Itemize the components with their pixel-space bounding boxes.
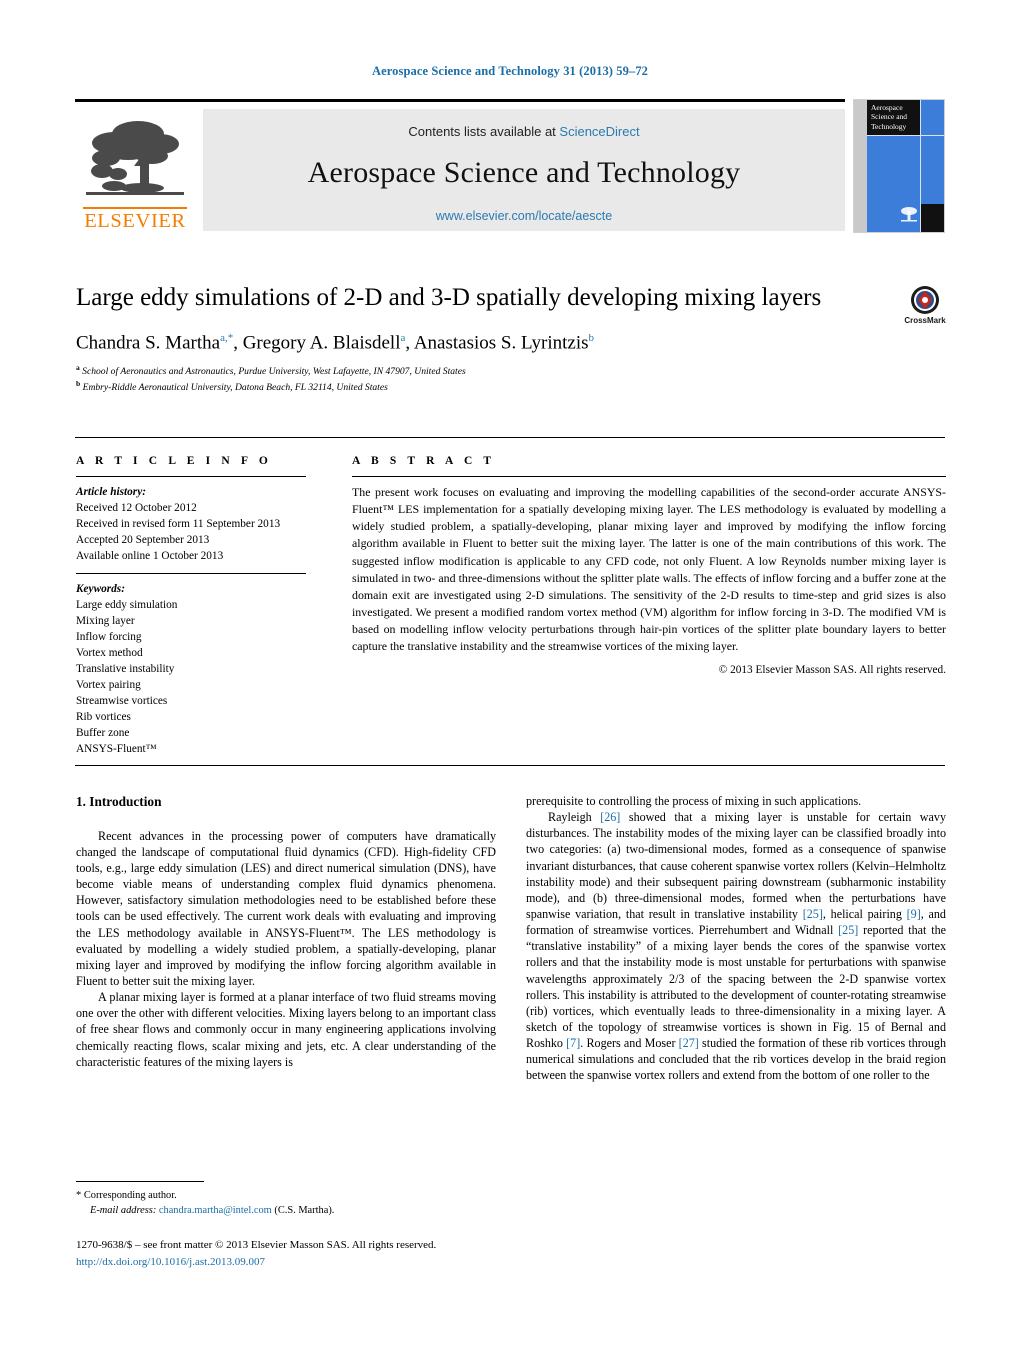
paragraph: Recent advances in the processing power … — [76, 828, 496, 989]
citation-ref[interactable]: [7] — [566, 1036, 580, 1050]
keyword-item: Mixing layer — [76, 615, 135, 628]
author-marks: a,* — [220, 331, 234, 344]
author-name: Gregory A. Blaisdell — [242, 331, 401, 353]
abstract-copyright: © 2013 Elsevier Masson SAS. All rights r… — [718, 664, 946, 677]
doi-link[interactable]: http://dx.doi.org/10.1016/j.ast.2013.09.… — [76, 1254, 776, 1271]
cover-black-corner — [921, 204, 944, 232]
corresponding-author-text: Corresponding author. — [83, 1190, 177, 1201]
article-info-rule — [76, 476, 306, 477]
crossmark-label: CrossMark — [904, 316, 946, 325]
paragraph: Rayleigh [26] showed that a mixing layer… — [526, 810, 947, 1083]
email-owner: (C.S. Martha). — [274, 1205, 335, 1217]
masthead-top-rule — [75, 99, 845, 102]
citation-ref[interactable]: [25] — [803, 907, 823, 921]
author-list: Chandra S. Marthaa,*, Gregory A. Blaisde… — [76, 331, 595, 353]
keyword-item: Large eddy simulation — [76, 599, 178, 612]
section-heading: 1. Introduction — [76, 794, 162, 809]
history-item: Received in revised form 11 September 20… — [76, 518, 281, 531]
citation-ref[interactable]: [9] — [907, 907, 921, 921]
abstract-text: The present work focuses on evaluating a… — [352, 485, 946, 654]
issn-line: 1270-9638/$ – see front matter © 2013 El… — [76, 1239, 437, 1251]
paragraph: prerequisite to controlling the process … — [526, 794, 862, 808]
author-name: Anastasios S. Lyrintzis — [413, 331, 589, 353]
keywords-block: Keywords: Large eddy simulation Mixing l… — [76, 581, 306, 757]
history-item: Accepted 20 September 2013 — [76, 534, 210, 547]
elsevier-wordmark: ELSEVIER — [83, 206, 187, 232]
affiliation-list: a School of Aeronautics and Astronautics… — [76, 363, 876, 395]
citation-ref[interactable]: [26] — [600, 810, 620, 824]
affiliation-text: Embry-Riddle Aeronautical University, Da… — [82, 382, 388, 394]
cover-spine — [854, 100, 867, 232]
citation-ref[interactable]: [27] — [679, 1036, 699, 1050]
journal-title: Aerospace Science and Technology — [307, 156, 741, 189]
citation-ref[interactable]: [25] — [838, 923, 858, 937]
contents-prefix: Contents lists available at — [408, 124, 560, 139]
cover-horizontal-line — [867, 135, 944, 136]
cover-elsevier-icon — [901, 207, 917, 222]
article-history: Article history: Received 12 October 201… — [76, 484, 306, 564]
keyword-item: Inflow forcing — [76, 631, 142, 644]
affiliation-text: School of Aeronautics and Astronautics, … — [82, 366, 466, 378]
journal-banner: Contents lists available at ScienceDirec… — [203, 109, 845, 231]
running-head: Aerospace Science and Technology 31 (201… — [371, 64, 649, 78]
affiliation-item: a School of Aeronautics and Astronautics… — [76, 363, 876, 379]
author-name: Chandra S. Martha — [76, 331, 221, 353]
author-marks: b — [588, 331, 595, 344]
article-info-column: A R T I C L E I N F O Article history: R… — [76, 455, 306, 758]
contents-line: Contents lists available at ScienceDirec… — [203, 109, 845, 139]
abstract-rule — [352, 476, 946, 477]
affiliation-mark: b — [76, 378, 81, 388]
keyword-item: Buffer zone — [76, 727, 130, 740]
corresponding-author-note: * Corresponding author. — [76, 1188, 496, 1203]
body-column-left: 1. Introduction Recent advances in the p… — [76, 793, 496, 1070]
email-note: E-mail address: chandra.martha@intel.com… — [76, 1203, 496, 1218]
keyword-item: Streamwise vortices — [76, 695, 168, 708]
page-title: Large eddy simulations of 2-D and 3-D sp… — [76, 284, 822, 311]
page-footer: 1270-9638/$ – see front matter © 2013 El… — [76, 1237, 776, 1270]
cover-title-text: Aerospace Science and Technology — [871, 103, 908, 131]
journal-homepage-link[interactable]: www.elsevier.com/locate/aescte — [203, 209, 845, 223]
paragraph: A planar mixing layer is formed at a pla… — [76, 990, 496, 1069]
keyword-item: Translative instability — [76, 663, 175, 676]
article-page: Aerospace Science and Technology 31 (201… — [0, 0, 1020, 1351]
title-block: Large eddy simulations of 2-D and 3-D sp… — [76, 283, 876, 395]
abstract-heading: A B S T R A C T — [352, 455, 496, 467]
abstract-column: A B S T R A C T The present work focuses… — [352, 455, 946, 676]
crossmark-icon — [911, 286, 939, 314]
email-link[interactable]: chandra.martha@intel.com — [159, 1205, 272, 1216]
elsevier-logo: ELSEVIER — [80, 109, 190, 231]
info-divider — [75, 437, 945, 438]
keyword-item: ANSYS-Fluent™ — [76, 743, 157, 756]
sciencedirect-link[interactable]: ScienceDirect — [559, 124, 639, 139]
keyword-item: Vortex method — [76, 647, 143, 660]
crossmark-badge[interactable]: CrossMark — [896, 285, 954, 331]
article-info-heading: A R T I C L E I N F O — [76, 455, 272, 467]
article-history-label: Article history: — [76, 486, 146, 498]
body-column-right: prerequisite to controlling the process … — [526, 793, 946, 1084]
footnote-block: * Corresponding author. E-mail address: … — [76, 1188, 496, 1219]
keywords-rule — [76, 573, 306, 575]
history-item: Received 12 October 2012 — [76, 502, 197, 515]
body-divider — [75, 765, 945, 766]
history-item: Available online 1 October 2013 — [76, 550, 224, 563]
author-marks: a — [400, 331, 406, 344]
keyword-item: Vortex pairing — [76, 679, 141, 692]
journal-masthead: ELSEVIER Contents lists available at Sci… — [75, 99, 945, 233]
affiliation-mark: a — [76, 362, 80, 372]
footnote-rule — [76, 1181, 204, 1182]
elsevier-tree-icon — [86, 120, 184, 195]
affiliation-item: b Embry-Riddle Aeronautical University, … — [76, 379, 876, 395]
keyword-item: Rib vortices — [76, 711, 131, 724]
footnote-star: * — [76, 1190, 82, 1201]
journal-cover-thumbnail[interactable]: Aerospace Science and Technology — [853, 99, 945, 233]
keywords-label: Keywords: — [76, 583, 125, 596]
email-label: E-mail address: — [90, 1205, 157, 1217]
